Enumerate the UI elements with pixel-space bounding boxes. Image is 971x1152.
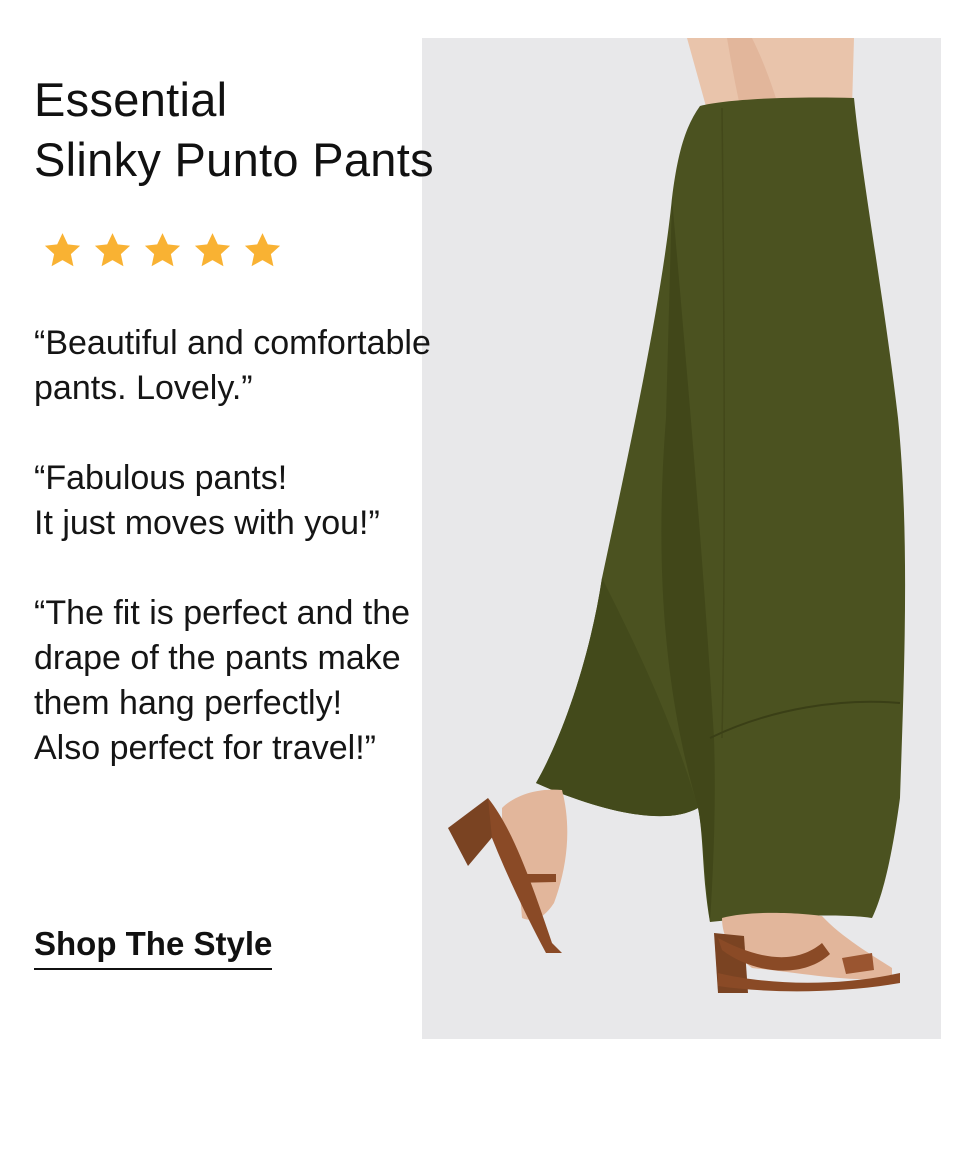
product-info: Essential Slinky Punto Pants “Beautiful …	[34, 70, 554, 816]
review-line: It just moves with you!”	[34, 504, 380, 542]
review-quote: “Fabulous pants! It just moves with you!…	[34, 456, 554, 546]
star-icon	[44, 233, 81, 267]
review-quote: “Beautiful and comfortable pants. Lovely…	[34, 321, 554, 411]
star-icon	[144, 233, 181, 267]
review-quote: “The fit is perfect and the drape of the…	[34, 591, 554, 771]
star-icon	[194, 233, 231, 267]
review-line: drape of the pants make	[34, 639, 401, 677]
review-line: pants. Lovely.”	[34, 369, 253, 407]
star-rating	[42, 230, 554, 271]
review-line: “Fabulous pants!	[34, 459, 288, 497]
shop-the-style-link[interactable]: Shop The Style	[34, 924, 273, 970]
review-list: “Beautiful and comfortable pants. Lovely…	[34, 321, 554, 771]
star-icon	[244, 233, 281, 267]
review-line: Also perfect for travel!”	[34, 729, 377, 767]
review-line: “Beautiful and comfortable	[34, 324, 431, 362]
review-line: them hang perfectly!	[34, 684, 343, 722]
product-title: Essential Slinky Punto Pants	[34, 70, 554, 190]
review-line: “The fit is perfect and the	[34, 594, 411, 632]
star-icon	[94, 233, 131, 267]
title-line-2: Slinky Punto Pants	[34, 133, 434, 186]
title-line-1: Essential	[34, 73, 228, 126]
